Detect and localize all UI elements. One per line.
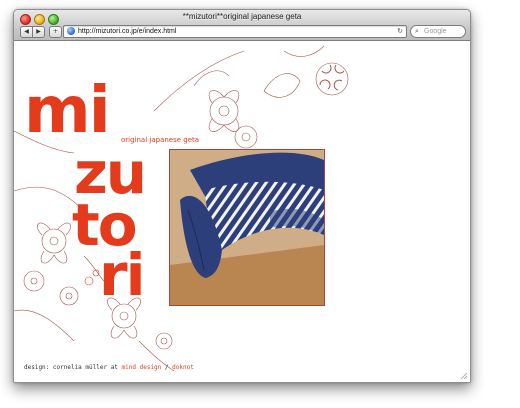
search-field[interactable]: ⌕ Google (410, 25, 466, 38)
search-placeholder: Google (424, 28, 447, 35)
plus-icon: + (52, 28, 59, 35)
tagline: original japanese geta (121, 136, 200, 144)
forward-arrow-icon: ▶ (36, 28, 41, 35)
credit-prefix: design: cornelia müller at (24, 364, 118, 371)
add-bookmark-button[interactable]: + (49, 26, 62, 38)
url-text[interactable]: http://mizutori.co.jp/e/index.html (78, 26, 176, 37)
search-icon: ⌕ (415, 27, 419, 35)
resize-grip-icon[interactable] (460, 372, 468, 380)
logo-line-mi: mi (24, 74, 111, 148)
reload-icon[interactable]: ↻ (397, 26, 403, 37)
address-bar[interactable]: http://mizutori.co.jp/e/index.html ↻ (63, 25, 407, 38)
back-arrow-icon: ◀ (24, 28, 29, 35)
window-title: **mizutori**original japanese geta (182, 12, 302, 21)
web-page: mi zu to ri original japanese geta desig… (14, 41, 470, 382)
logo-line-ri: ri (99, 241, 146, 309)
globe-icon (67, 27, 75, 35)
credit-separator: / (164, 364, 169, 371)
forward-button[interactable]: ▶ (32, 26, 45, 38)
title-bar: **mizutori**original japanese geta ◀ ▶ +… (14, 10, 470, 41)
design-credit: design: cornelia müller at mind design /… (24, 364, 194, 371)
mind-design-link[interactable]: mind design (122, 364, 162, 371)
browser-window: **mizutori**original japanese geta ◀ ▶ +… (13, 9, 471, 383)
geta-strap-image (170, 150, 324, 305)
geta-photo (169, 149, 325, 306)
doknot-link[interactable]: doknot (172, 364, 194, 371)
